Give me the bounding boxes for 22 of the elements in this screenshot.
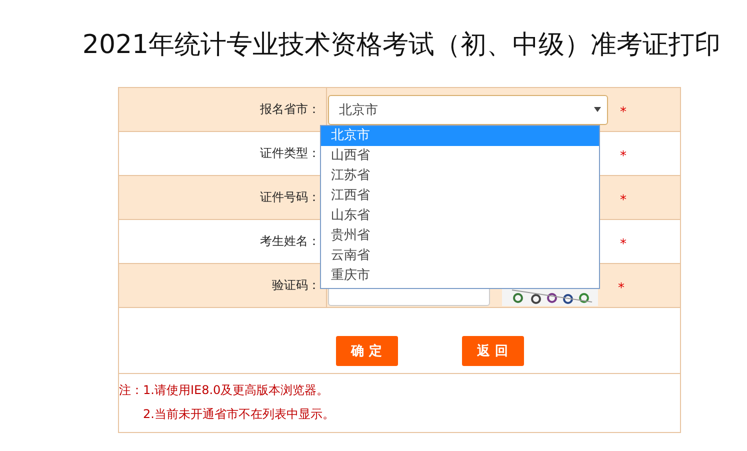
- field-label: 考生姓名：: [260, 233, 320, 250]
- required-mark: *: [618, 281, 624, 296]
- dropdown-option[interactable]: 山东省: [321, 206, 599, 226]
- note-text: 注：1.请使用IE8.0及更高版本浏览器。: [119, 383, 329, 397]
- field-label: 证件号码：: [260, 189, 320, 206]
- field-label: 报名省市：: [260, 101, 320, 118]
- dropdown-option[interactable]: 江苏省: [321, 166, 599, 186]
- required-mark: *: [620, 149, 626, 164]
- required-mark: *: [620, 237, 626, 252]
- required-mark: *: [620, 105, 626, 120]
- required-mark: *: [620, 193, 626, 208]
- province-select[interactable]: 北京市: [328, 94, 608, 124]
- field-label: 证件类型：: [260, 145, 320, 162]
- page-title: 2021年统计专业技术资格考试（初、中级）准考证打印: [81, 29, 722, 62]
- note-text: 2.当前未开通省市不在列表中显示。: [143, 407, 334, 421]
- caret-icon: [594, 107, 601, 112]
- dropdown-option[interactable]: 重庆市: [321, 266, 599, 286]
- dropdown-option[interactable]: 贵州省: [321, 226, 599, 246]
- dropdown-option[interactable]: 山西省: [321, 146, 599, 166]
- field-label: 验证码：: [272, 277, 320, 294]
- dropdown-option[interactable]: 江西省: [321, 186, 599, 206]
- dropdown-option[interactable]: 云南省: [321, 246, 599, 266]
